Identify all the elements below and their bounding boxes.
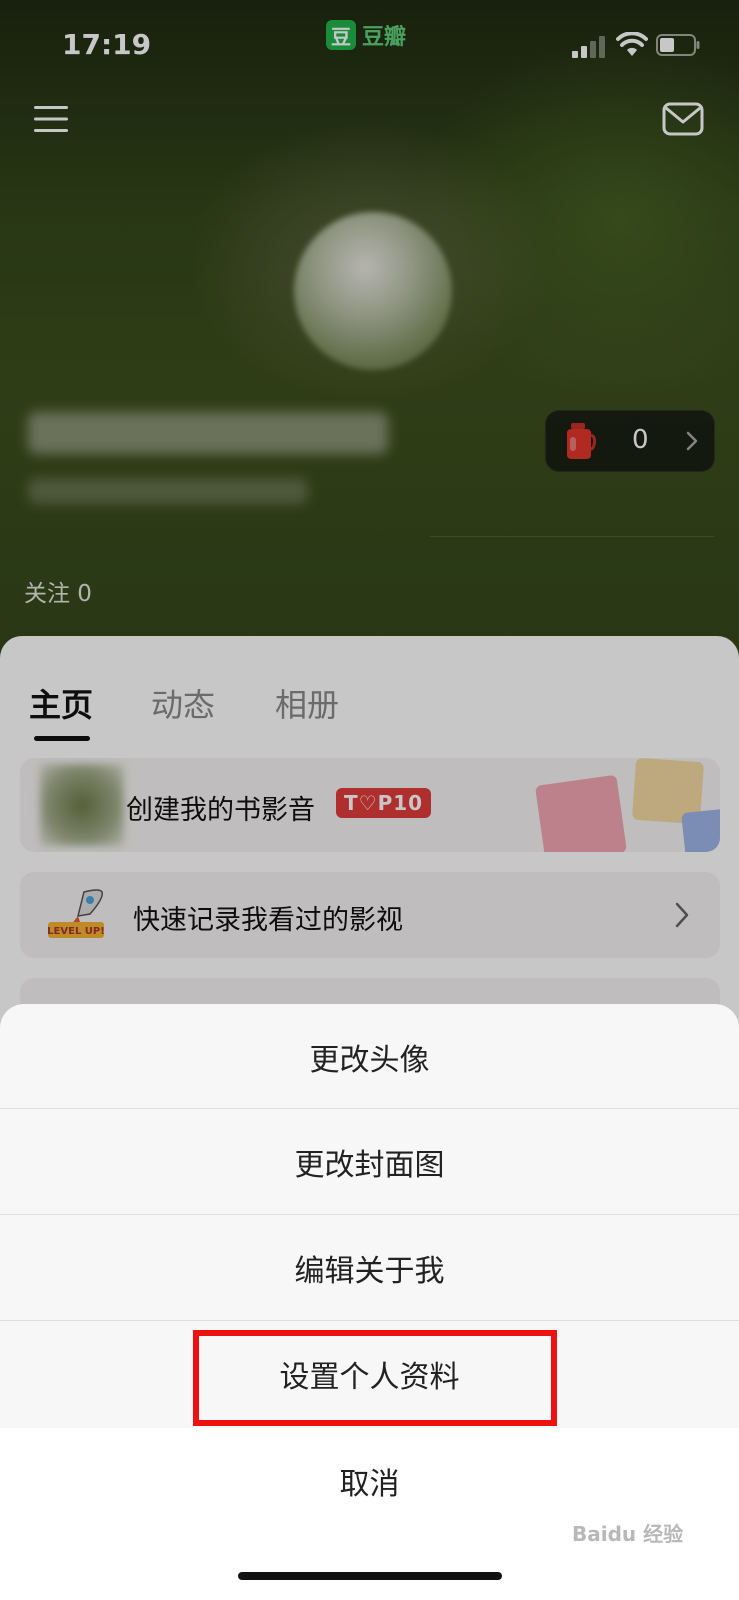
action-sheet: 更改头像 更改封面图 编辑关于我 设置个人资料 取消 xyxy=(0,1004,739,1600)
home-indicator[interactable] xyxy=(238,1572,502,1580)
edit-about-me-button[interactable]: 编辑关于我 xyxy=(0,1215,739,1321)
change-avatar-button[interactable]: 更改头像 xyxy=(0,1004,739,1110)
highlight-box xyxy=(193,1330,557,1426)
action-sheet-options: 更改头像 更改封面图 编辑关于我 设置个人资料 xyxy=(0,1004,739,1428)
watermark: Baidu 经验 xyxy=(572,1522,684,1546)
change-cover-button[interactable]: 更改封面图 xyxy=(0,1109,739,1215)
